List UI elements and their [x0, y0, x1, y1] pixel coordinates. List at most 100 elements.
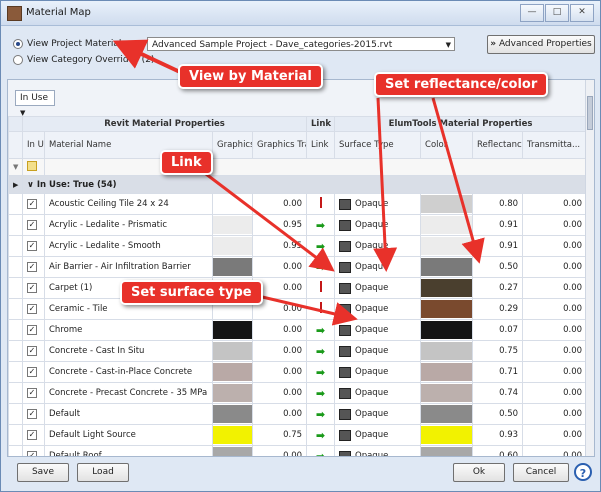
filter-row[interactable]: [43, 158, 586, 176]
col-header-transmittance[interactable]: Transmitta...: [522, 131, 586, 159]
transmittance-cell[interactable]: 0.00: [522, 319, 586, 341]
col-header-surface-type[interactable]: Surface Type: [334, 131, 422, 159]
group-row-in-use-true[interactable]: ∨ In Use: True (54): [21, 175, 586, 194]
surface-type-cell[interactable]: Opaque: [334, 445, 422, 456]
surface-type-cell[interactable]: Opaque: [334, 214, 422, 236]
transmittance-cell[interactable]: 0.00: [522, 277, 586, 299]
graphics-transparency-cell[interactable]: 0.00: [251, 361, 308, 383]
color-cell[interactable]: [420, 403, 474, 425]
link-cell[interactable]: ➡: [306, 424, 336, 446]
surface-type-cell[interactable]: Opaque: [334, 256, 422, 278]
scrollbar-thumb[interactable]: [587, 96, 593, 130]
transmittance-cell[interactable]: 0.00: [522, 235, 586, 257]
project-select[interactable]: Advanced Sample Project - Dave_categorie…: [147, 37, 455, 51]
table-row[interactable]: ✓ Default 0.00 ➡ Opaque 0.50 0.00: [8, 403, 586, 425]
in-use-checkbox[interactable]: ✓: [22, 256, 45, 278]
radio-view-project-materials[interactable]: View Project Materials: [13, 39, 126, 49]
material-name-cell[interactable]: Default Light Source: [44, 424, 213, 446]
surface-type-cell[interactable]: Opaque: [334, 382, 422, 404]
link-cell[interactable]: ➡: [306, 319, 336, 341]
material-name-cell[interactable]: Default: [44, 403, 213, 425]
col-header-in-use[interactable]: In Use: [22, 131, 45, 159]
link-cell[interactable]: ➡: [306, 445, 336, 456]
transmittance-cell[interactable]: 0.00: [522, 382, 586, 404]
surface-type-cell[interactable]: Opaque: [334, 193, 422, 215]
link-cell[interactable]: ➡: [306, 340, 336, 362]
reflectance-cell[interactable]: 0.50: [472, 403, 524, 425]
filter-in-use-cell[interactable]: [22, 158, 45, 176]
in-use-checkbox[interactable]: ✓: [22, 193, 45, 215]
help-icon[interactable]: ?: [574, 463, 592, 481]
in-use-checkbox[interactable]: ✓: [22, 298, 45, 320]
surface-type-cell[interactable]: Opaque: [334, 319, 422, 341]
color-cell[interactable]: [420, 382, 474, 404]
col-header-graphics-transparency[interactable]: Graphics Transparency: [251, 131, 308, 159]
in-use-checkbox[interactable]: ✓: [22, 340, 45, 362]
reflectance-cell[interactable]: 0.80: [472, 193, 524, 215]
expand-arrow-icon[interactable]: ▶: [8, 175, 23, 194]
graphics-transparency-cell[interactable]: 0.00: [251, 319, 308, 341]
material-name-cell[interactable]: Air Barrier - Air Infiltration Barrier: [44, 256, 213, 278]
graphics-transparency-cell[interactable]: 0.00: [251, 256, 308, 278]
transmittance-cell[interactable]: 0.00: [522, 214, 586, 236]
link-cell[interactable]: ➡: [306, 403, 336, 425]
material-name-cell[interactable]: Acrylic - Ledalite - Prismatic: [44, 214, 213, 236]
material-name-cell[interactable]: Concrete - Precast Concrete - 35 MPa: [44, 382, 213, 404]
table-row[interactable]: ✓ Chrome 0.00 ➡ Opaque 0.07 0.00: [8, 319, 586, 341]
graphics-transparency-cell[interactable]: 0.00: [251, 340, 308, 362]
color-cell[interactable]: [420, 235, 474, 257]
link-cell[interactable]: ➡: [306, 214, 336, 236]
graphics-color-cell[interactable]: [212, 403, 253, 425]
color-cell[interactable]: [420, 445, 474, 456]
in-use-checkbox[interactable]: ✓: [22, 361, 45, 383]
color-cell[interactable]: [420, 214, 474, 236]
in-use-checkbox[interactable]: ✓: [22, 403, 45, 425]
graphics-transparency-cell[interactable]: 0.00: [251, 445, 308, 456]
color-cell[interactable]: [420, 277, 474, 299]
table-row[interactable]: ✓ Carpet (1) 0.00 Opaque 0.27 0.00: [8, 277, 586, 299]
reflectance-cell[interactable]: 0.74: [472, 382, 524, 404]
graphics-color-cell[interactable]: [212, 319, 253, 341]
graphics-color-cell[interactable]: [212, 235, 253, 257]
material-name-cell[interactable]: Chrome: [44, 319, 213, 341]
link-cell[interactable]: ➡: [306, 235, 336, 257]
save-button[interactable]: Save: [17, 463, 69, 482]
transmittance-cell[interactable]: 0.00: [522, 193, 586, 215]
table-row[interactable]: ✓ Acrylic - Ledalite - Smooth 0.95 ➡ Opaque 0…: [8, 235, 586, 257]
transmittance-cell[interactable]: 0.00: [522, 361, 586, 383]
link-cell[interactable]: [306, 277, 336, 299]
link-cell[interactable]: ➡: [306, 256, 336, 278]
color-cell[interactable]: [420, 193, 474, 215]
table-row[interactable]: ✓ Concrete - Cast-in-Place Concrete 0.00 ➡ O…: [8, 361, 586, 383]
in-use-checkbox[interactable]: ✓: [22, 382, 45, 404]
graphics-color-cell[interactable]: [212, 214, 253, 236]
graphics-color-cell[interactable]: [212, 361, 253, 383]
reflectance-cell[interactable]: 0.91: [472, 214, 524, 236]
table-row[interactable]: ✓ Default Light Source 0.75 ➡ Opaque 0.93 0.00: [8, 424, 586, 446]
reflectance-cell[interactable]: 0.07: [472, 319, 524, 341]
graphics-color-cell[interactable]: [212, 382, 253, 404]
radio-view-category-overrides[interactable]: View Category Overrides (2): [13, 55, 154, 65]
surface-type-cell[interactable]: Opaque: [334, 277, 422, 299]
load-button[interactable]: Load: [77, 463, 129, 482]
color-cell[interactable]: [420, 298, 474, 320]
table-row[interactable]: ✓ Default Roof 0.00 ➡ Opaque 0.60 0.00: [8, 445, 586, 456]
in-use-checkbox[interactable]: ✓: [22, 445, 45, 456]
advanced-properties-button[interactable]: » Advanced Properties: [487, 35, 595, 54]
link-cell[interactable]: ➡: [306, 361, 336, 383]
table-row[interactable]: ✓ Ceramic - Tile 0.00 Opaque 0.29 0.00: [8, 298, 586, 320]
material-name-cell[interactable]: Concrete - Cast-in-Place Concrete: [44, 361, 213, 383]
cancel-button[interactable]: Cancel: [513, 463, 569, 482]
reflectance-cell[interactable]: 0.93: [472, 424, 524, 446]
link-cell[interactable]: [306, 193, 336, 215]
table-row[interactable]: ✓ Air Barrier - Air Infiltration Barrier 0…: [8, 256, 586, 278]
surface-type-cell[interactable]: Opaque: [334, 340, 422, 362]
table-row[interactable]: ✓ Acoustic Ceiling Tile 24 x 24 0.00 Opaque…: [8, 193, 586, 215]
surface-type-cell[interactable]: Opaque: [334, 235, 422, 257]
transmittance-cell[interactable]: 0.00: [522, 424, 586, 446]
close-button[interactable]: ✕: [570, 4, 594, 22]
table-row[interactable]: ✓ Acrylic - Ledalite - Prismatic 0.95 ➡ Opaq…: [8, 214, 586, 236]
color-cell[interactable]: [420, 340, 474, 362]
graphics-color-cell[interactable]: [212, 256, 253, 278]
graphics-transparency-cell[interactable]: 0.00: [251, 193, 308, 215]
